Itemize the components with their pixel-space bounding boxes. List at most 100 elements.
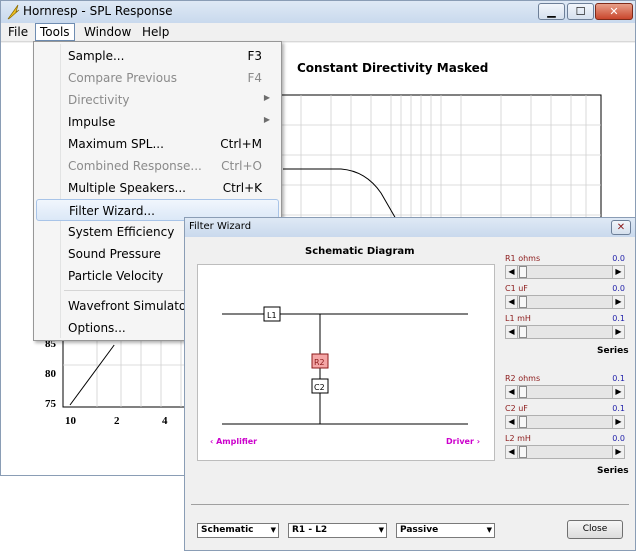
x-tick-label: 4: [162, 415, 168, 427]
param-name: L1 mH: [505, 314, 531, 323]
menu-item-label: Options...: [68, 321, 126, 335]
wizard-title: Filter Wizard: [189, 221, 252, 232]
menu-help[interactable]: Help: [139, 25, 172, 39]
minimize-icon: ▁: [547, 5, 556, 18]
maximize-button[interactable]: ☐: [567, 3, 594, 20]
maximize-icon: ☐: [575, 5, 586, 18]
slider-left-arrow-icon[interactable]: ◀: [506, 416, 518, 428]
close-window-button[interactable]: ✕: [595, 3, 633, 20]
schematic-diagram: L1 R2 C2 ‹ Amplifier Driver ›: [197, 264, 495, 461]
menu-item-label: Particle Velocity: [68, 269, 164, 283]
param-value: 0.0: [612, 284, 625, 293]
filter-type-select[interactable]: Passive ▼: [396, 523, 495, 538]
menu-item-label: Multiple Speakers...: [68, 181, 186, 195]
slider-right-arrow-icon[interactable]: ▶: [612, 326, 624, 338]
slider-right-arrow-icon[interactable]: ▶: [612, 386, 624, 398]
slider-left-arrow-icon[interactable]: ◀: [506, 266, 518, 278]
param-value: 0.1: [612, 404, 625, 413]
param-r2: R2 ohms 0.1 ◀ ▶: [505, 374, 625, 404]
minimize-button[interactable]: ▁: [538, 3, 565, 20]
chevron-down-icon: ▼: [378, 526, 384, 534]
menu-item-maximum-spl[interactable]: Maximum SPL... Ctrl+M: [36, 133, 279, 155]
menu-window[interactable]: Window: [81, 25, 134, 39]
param-slider[interactable]: ◀ ▶: [505, 325, 625, 339]
menu-item-shortcut: Ctrl+K: [222, 181, 262, 195]
series-label: Series: [597, 346, 629, 356]
schematic-heading: Schematic Diagram: [305, 246, 415, 257]
series-line: [69, 344, 115, 406]
title-bar: Hornresp - SPL Response ▁ ☐ ✕: [1, 1, 635, 23]
param-l1: L1 mH 0.1 ◀ ▶: [505, 314, 625, 344]
menu-item-impulse[interactable]: Impulse ▶: [36, 111, 279, 133]
l1-label: L1: [267, 311, 277, 320]
menu-item-label: System Efficiency: [68, 225, 175, 239]
wizard-close-dialog-button[interactable]: Close: [567, 520, 623, 539]
divider: [191, 504, 629, 505]
slider-left-arrow-icon[interactable]: ◀: [506, 326, 518, 338]
y-tick-label: 75: [45, 398, 57, 410]
param-value: 0.1: [612, 374, 625, 383]
slider-right-arrow-icon[interactable]: ▶: [612, 446, 624, 458]
menu-item-combined-response[interactable]: Combined Response... Ctrl+O: [36, 155, 279, 177]
menu-file[interactable]: File: [5, 25, 31, 39]
slider-thumb[interactable]: [519, 296, 527, 308]
window-title: Hornresp - SPL Response: [23, 4, 173, 18]
view-select[interactable]: Schematic ▼: [197, 523, 279, 538]
param-slider[interactable]: ◀ ▶: [505, 265, 625, 279]
param-slider[interactable]: ◀ ▶: [505, 385, 625, 399]
y-tick-label: 80: [45, 368, 57, 380]
slider-right-arrow-icon[interactable]: ▶: [612, 296, 624, 308]
param-value: 0.0: [612, 254, 625, 263]
param-name: R2 ohms: [505, 374, 541, 383]
menu-item-multiple-speakers[interactable]: Multiple Speakers... Ctrl+K: [36, 177, 279, 199]
menu-item-label: Combined Response...: [68, 159, 202, 173]
slider-left-arrow-icon[interactable]: ◀: [506, 386, 518, 398]
slider-left-arrow-icon[interactable]: ◀: [506, 446, 518, 458]
param-slider[interactable]: ◀ ▶: [505, 445, 625, 459]
slider-thumb[interactable]: [519, 446, 527, 458]
slider-right-arrow-icon[interactable]: ▶: [612, 266, 624, 278]
wizard-close-button[interactable]: ✕: [611, 220, 631, 235]
param-c1: C1 uF 0.0 ◀ ▶: [505, 284, 625, 314]
slider-left-arrow-icon[interactable]: ◀: [506, 296, 518, 308]
submenu-arrow-icon: ▶: [263, 115, 270, 124]
param-c2: C2 uF 0.1 ◀ ▶: [505, 404, 625, 434]
param-slider[interactable]: ◀ ▶: [505, 295, 625, 309]
param-value: 0.1: [612, 314, 625, 323]
menu-item-label: Directivity: [68, 93, 130, 107]
menu-item-label: Impulse: [68, 115, 116, 129]
amplifier-label[interactable]: ‹ Amplifier: [210, 437, 257, 446]
series-label: Series: [597, 466, 629, 476]
chart-title: Constant Directivity Masked: [297, 61, 489, 75]
param-name: L2 mH: [505, 434, 531, 443]
menu-item-sample[interactable]: Sample... F3: [36, 45, 279, 67]
menu-item-directivity[interactable]: Directivity ▶: [36, 89, 279, 111]
menu-item-label: Sample...: [68, 49, 125, 63]
param-l2: L2 mH 0.0 ◀ ▶: [505, 434, 625, 464]
c2-label: C2: [314, 383, 325, 392]
menu-item-label: Compare Previous: [68, 71, 177, 85]
slider-thumb[interactable]: [519, 416, 527, 428]
app-feather-icon: [7, 4, 20, 20]
driver-label[interactable]: Driver ›: [446, 437, 480, 446]
param-value: 0.0: [612, 434, 625, 443]
param-name: R1 ohms: [505, 254, 541, 263]
range-select[interactable]: R1 - L2 ▼: [288, 523, 387, 538]
r2-label: R2: [314, 358, 325, 367]
slider-thumb[interactable]: [519, 266, 527, 278]
menu-item-shortcut: Ctrl+M: [220, 137, 262, 151]
range-select-value: R1 - L2: [292, 525, 328, 535]
response-curve: [283, 168, 397, 220]
param-slider[interactable]: ◀ ▶: [505, 415, 625, 429]
menu-item-compare-previous[interactable]: Compare Previous F4: [36, 67, 279, 89]
menu-tools[interactable]: Tools: [35, 23, 75, 41]
wizard-title-bar: Filter Wizard ✕: [185, 218, 635, 237]
menu-item-shortcut: F4: [247, 71, 262, 85]
slider-right-arrow-icon[interactable]: ▶: [612, 416, 624, 428]
close-icon: ✕: [616, 222, 626, 233]
schematic-svg: L1 R2 C2 ‹ Amplifier Driver ›: [210, 306, 480, 446]
menu-item-label: Maximum SPL...: [68, 137, 164, 151]
slider-thumb[interactable]: [519, 386, 527, 398]
slider-thumb[interactable]: [519, 326, 527, 338]
param-name: C1 uF: [505, 284, 528, 293]
